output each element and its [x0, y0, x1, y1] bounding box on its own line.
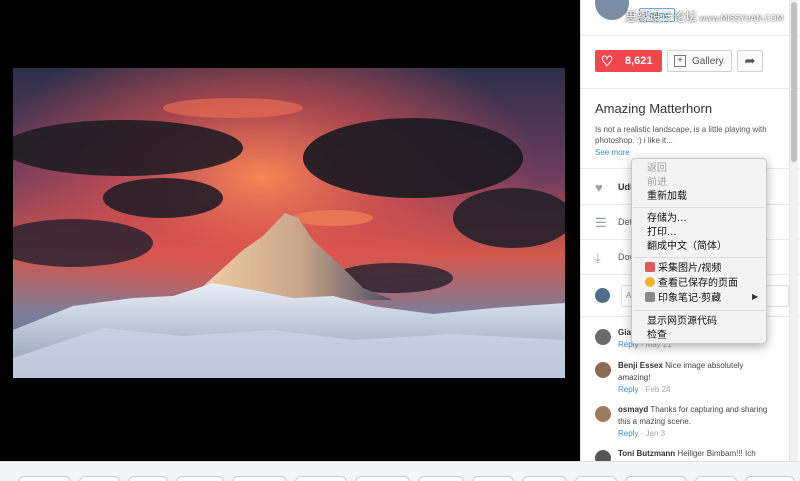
comment-meta: Reply · Feb 24: [618, 385, 671, 394]
photo-image[interactable]: 500px: [13, 68, 565, 378]
filmstrip-thumb[interactable]: [625, 476, 687, 481]
comment-meta: Reply · Jan 3: [618, 429, 666, 438]
comment-author[interactable]: Benji Essex: [618, 361, 663, 370]
current-user-avatar: [595, 288, 610, 303]
photo-title: Amazing Matterhorn: [595, 101, 713, 116]
reply-link[interactable]: Reply: [618, 429, 638, 438]
menu-item-inspect[interactable]: 检查: [647, 329, 667, 342]
menu-item-forward[interactable]: 前进: [647, 176, 667, 189]
menu-item-view-saved[interactable]: 查看已保存的页面: [645, 277, 738, 290]
comment-time: Feb 24: [645, 385, 671, 394]
menu-divider: [633, 207, 765, 208]
collect-icon: [645, 262, 655, 272]
menu-item-save-as[interactable]: 存储为...: [647, 212, 687, 225]
photo-description: Is not a realistic landscape, is a littl…: [595, 125, 767, 145]
screen: 500px Follow ♡ 8,621 + Gallery ➦ Amazing…: [0, 0, 800, 481]
filmstrip-thumb[interactable]: [128, 476, 168, 481]
star-icon: [645, 277, 655, 287]
menu-item-view-source[interactable]: 显示网页源代码: [647, 315, 717, 328]
heart-icon: ♥: [595, 180, 603, 195]
share-button[interactable]: ➦: [737, 50, 763, 72]
menu-divider: [633, 257, 765, 258]
details-label: Det: [618, 217, 633, 227]
submenu-arrow-icon: ▶: [752, 292, 759, 301]
site-watermark: 思缘设计论坛 www.MISSYUAN.COM: [625, 10, 784, 24]
menu-item-translate[interactable]: 翻成中文（简体）: [647, 240, 727, 253]
scroll-thumb[interactable]: [791, 2, 797, 162]
filmstrip-thumb[interactable]: [472, 476, 514, 481]
plus-icon: +: [674, 55, 686, 67]
comment-author[interactable]: Gia: [618, 328, 631, 337]
filmstrip-thumb[interactable]: [695, 476, 737, 481]
see-more-link[interactable]: See more: [595, 148, 630, 157]
comment-text: Toni Butzmann Heiliger Bimbam!!! Ich: [618, 449, 756, 458]
menu-item-collect[interactable]: 采集图片/视频: [645, 262, 721, 275]
filmstrip-thumb[interactable]: [232, 476, 287, 481]
context-menu: 返回 前进 重新加载 存储为... 打印... 翻成中文（简体） 采集图片/视频…: [631, 158, 767, 344]
list-icon: ☰: [595, 215, 607, 230]
filmstrip-thumb[interactable]: [18, 476, 71, 481]
divider: [581, 35, 800, 36]
like-button[interactable]: ♡ 8,621: [595, 50, 662, 72]
filmstrip-thumb[interactable]: [176, 476, 224, 481]
reply-link[interactable]: Reply: [618, 385, 638, 394]
menu-item-print[interactable]: 打印...: [647, 226, 677, 239]
filmstrip-thumb[interactable]: [745, 476, 795, 481]
download-icon: ⤓: [595, 250, 601, 265]
comment-author[interactable]: osmayd: [618, 405, 648, 414]
commenter-avatar[interactable]: [595, 362, 611, 378]
comment-text: Benji Essex Nice image absolutely amazin…: [618, 361, 744, 382]
filmstrip-thumb[interactable]: [522, 476, 567, 481]
commenter-avatar[interactable]: [595, 406, 611, 422]
share-arrow-icon: ➦: [744, 53, 756, 68]
menu-divider: [633, 310, 765, 311]
menu-item-back[interactable]: 返回: [647, 162, 667, 175]
gallery-label: Gallery: [692, 55, 724, 67]
menu-item-evernote[interactable]: 印象笔记·剪藏: [645, 292, 721, 305]
comment-time: Jan 3: [645, 429, 666, 438]
divider: [581, 88, 800, 89]
heart-icon: ♡: [600, 52, 614, 69]
commenter-avatar[interactable]: [595, 329, 611, 345]
comment-text: osmayd Thanks for capturing and sharing …: [618, 405, 768, 426]
filmstrip-thumb[interactable]: [418, 476, 464, 481]
filmstrip-thumb[interactable]: [575, 476, 617, 481]
comment-author[interactable]: Toni Butzmann: [618, 449, 675, 458]
evernote-icon: [645, 292, 655, 302]
commenter-avatar[interactable]: [595, 450, 611, 461]
like-count: 8,621: [625, 55, 653, 67]
filmstrip: [0, 461, 800, 481]
author-avatar[interactable]: [595, 0, 629, 20]
filmstrip-thumb[interactable]: [295, 476, 347, 481]
sidebar-scrollbar[interactable]: [789, 0, 798, 461]
filmstrip-thumb[interactable]: [79, 476, 120, 481]
filmstrip-thumb[interactable]: [355, 476, 410, 481]
photo-viewer: 500px: [0, 0, 580, 461]
matterhorn-photo: [13, 68, 565, 378]
add-to-gallery-button[interactable]: + Gallery: [667, 50, 732, 72]
menu-item-reload[interactable]: 重新加载: [647, 190, 687, 203]
